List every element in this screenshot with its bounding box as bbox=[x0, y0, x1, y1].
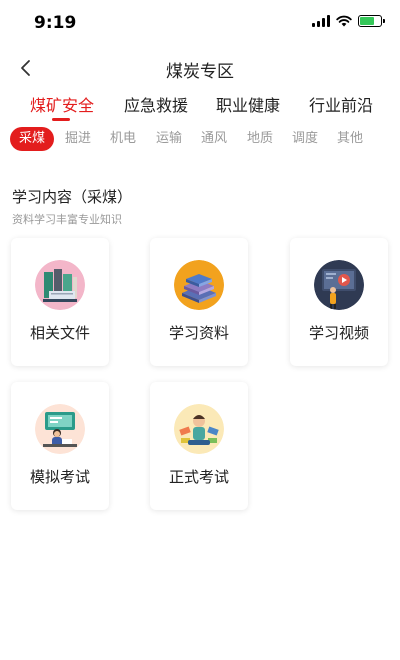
formal-exam-icon bbox=[174, 404, 224, 454]
card-label: 相关文件 bbox=[29, 324, 90, 342]
tab-occupational-health[interactable]: 职业健康 bbox=[216, 92, 280, 116]
status-icons bbox=[312, 15, 385, 27]
active-tab-indicator bbox=[52, 118, 70, 121]
card-label: 模拟考试 bbox=[29, 468, 90, 486]
signal-icon bbox=[312, 15, 330, 27]
subtab-ventilation[interactable]: 通风 bbox=[201, 127, 227, 151]
status-bar: 9:19 bbox=[0, 0, 400, 44]
books-stack-icon bbox=[174, 260, 224, 310]
tab-coal-mine-safety[interactable]: 煤矿安全 bbox=[30, 92, 94, 116]
mock-exam-icon bbox=[35, 404, 85, 454]
header: 煤炭专区 bbox=[0, 52, 400, 84]
subtab-other[interactable]: 其他 bbox=[337, 127, 363, 151]
tab-industry-frontier[interactable]: 行业前沿 bbox=[309, 92, 373, 116]
section-subtitle: 资料学习丰富专业知识 bbox=[12, 213, 122, 226]
card-formal-exam[interactable]: 正式考试 bbox=[150, 382, 248, 510]
card-related-files[interactable]: 相关文件 bbox=[11, 238, 109, 366]
subtab-geology[interactable]: 地质 bbox=[247, 127, 273, 151]
main-tabs: 煤矿安全 应急救援 职业健康 行业前沿 bbox=[0, 92, 400, 122]
page-title: 煤炭专区 bbox=[166, 62, 234, 82]
card-mock-exam[interactable]: 模拟考试 bbox=[11, 382, 109, 510]
card-label: 正式考试 bbox=[168, 468, 229, 486]
card-learning-videos[interactable]: 学习视频 bbox=[290, 238, 388, 366]
card-label: 学习视频 bbox=[308, 324, 369, 342]
subtab-dispatch[interactable]: 调度 bbox=[292, 127, 318, 151]
section-title: 学习内容（采煤） bbox=[12, 188, 133, 206]
subtab-mining[interactable]: 采煤 bbox=[10, 127, 55, 151]
documents-icon bbox=[35, 260, 85, 310]
wifi-icon bbox=[336, 15, 352, 27]
subtab-electromechanical[interactable]: 机电 bbox=[110, 127, 136, 151]
video-lesson-icon bbox=[314, 260, 364, 310]
tab-emergency-rescue[interactable]: 应急救援 bbox=[124, 92, 188, 116]
subtab-transport[interactable]: 运输 bbox=[156, 127, 182, 151]
battery-charging-icon bbox=[358, 15, 385, 27]
subtab-tunneling[interactable]: 掘进 bbox=[65, 127, 91, 151]
card-learning-materials[interactable]: 学习资料 bbox=[150, 238, 248, 366]
status-time: 9:19 bbox=[34, 13, 77, 33]
card-label: 学习资料 bbox=[168, 324, 229, 342]
